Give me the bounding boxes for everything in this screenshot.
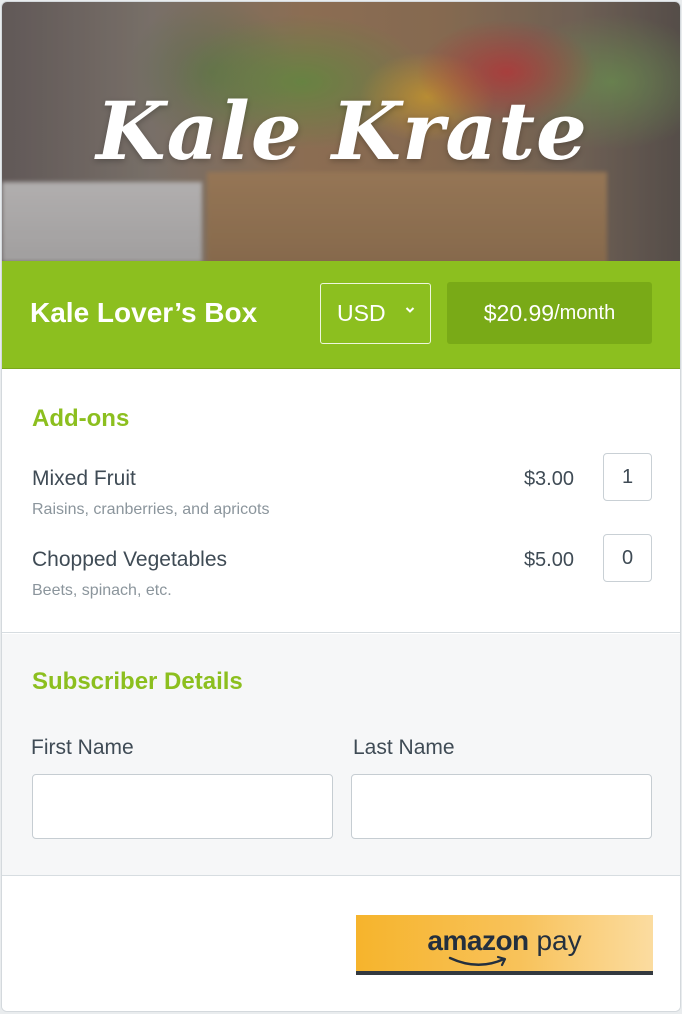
first-name-field[interactable]	[32, 774, 333, 839]
plan-name: Kale Lover’s Box	[30, 297, 258, 328]
plan-price-badge: $20.99/month	[447, 282, 652, 344]
last-name-field[interactable]	[351, 774, 652, 839]
amazon-pay-button[interactable]: amazon pay	[356, 915, 653, 975]
subscriber-title: Subscriber Details	[32, 668, 243, 695]
plan-bar: Kale Lover’s Box USD $20.99/month	[2, 261, 680, 369]
addon-name: Chopped Vegetables	[32, 548, 227, 571]
amazon-pay-label: amazon pay	[356, 925, 653, 957]
addon-row: Mixed Fruit Raisins, cranberries, and ap…	[2, 453, 680, 527]
addons-title: Add-ons	[32, 405, 130, 432]
pay-wordmark: pay	[536, 925, 582, 956]
addon-row: Chopped Vegetables Beets, spinach, etc. …	[2, 534, 680, 608]
plan-period: /month	[554, 301, 616, 324]
hero-banner: Kale Krate	[2, 2, 680, 261]
checkout-card: Kale Krate Kale Lover’s Box USD $20.99/m…	[1, 1, 681, 1012]
subscriber-section: Subscriber Details First Name Last Name	[2, 634, 680, 876]
addon-description: Raisins, cranberries, and apricots	[32, 501, 270, 518]
plan-price: $20.99	[483, 299, 555, 326]
chevron-down-icon	[405, 307, 415, 313]
amazon-smile-icon	[448, 955, 507, 967]
first-name-label: First Name	[31, 736, 134, 759]
currency-select[interactable]: USD	[320, 283, 431, 344]
addon-price: $3.00	[523, 468, 574, 490]
addon-quantity-input[interactable]: 0	[603, 534, 652, 582]
currency-value: USD	[337, 300, 386, 326]
brand-logo-text: Kale Krate	[96, 84, 588, 178]
addon-price: $5.00	[523, 549, 574, 571]
last-name-label: Last Name	[353, 736, 455, 759]
addon-quantity-input[interactable]: 1	[603, 453, 652, 501]
addon-description: Beets, spinach, etc.	[32, 582, 172, 599]
addons-section: Add-ons Mixed Fruit Raisins, cranberries…	[2, 369, 680, 633]
footer: amazon pay	[2, 877, 680, 1011]
amazon-wordmark: amazon	[427, 925, 529, 956]
addon-name: Mixed Fruit	[32, 467, 136, 490]
